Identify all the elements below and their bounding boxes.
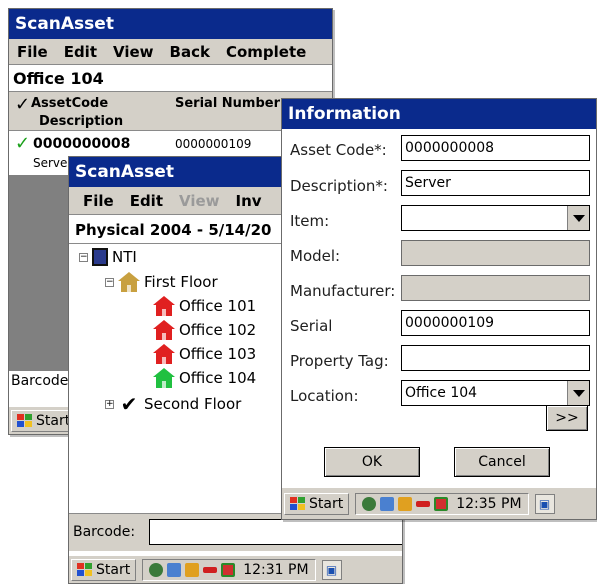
dialog-title: Information (282, 99, 596, 129)
clock[interactable]: 12:31 PM (243, 562, 308, 578)
menu-bar: File Edit View Back Complete (9, 39, 332, 65)
tree-node-office-102[interactable]: Office 102 (153, 320, 256, 340)
description-input[interactable]: Server (401, 170, 590, 196)
menu-edit[interactable]: Edit (122, 192, 171, 210)
row-checkmark-icon: ✓ (15, 133, 31, 154)
header-checkmark-icon: ✓ (15, 94, 31, 115)
tree-node-nti[interactable]: − NTI (79, 248, 137, 266)
location-select[interactable]: Office 104 (401, 380, 590, 406)
label-property-tag: Property Tag: (290, 352, 389, 370)
office-green-icon (153, 368, 175, 388)
windows-flag-icon (77, 562, 93, 577)
office-red-icon (153, 320, 175, 340)
start-button[interactable]: Start (71, 558, 137, 581)
tree-node-second-floor[interactable]: + ✔ Second Floor (105, 392, 241, 416)
menu-view[interactable]: View (105, 43, 162, 61)
tree-node-office-104[interactable]: Office 104 (153, 368, 256, 388)
sync-icon[interactable] (221, 562, 236, 577)
connectivity-icon[interactable] (149, 562, 164, 577)
row-serial: 0000000109 (175, 137, 252, 151)
office-red-icon (153, 296, 175, 316)
tree-label-first-floor: First Floor (144, 273, 218, 291)
chevron-down-icon[interactable] (567, 381, 589, 405)
column-serial-number[interactable]: Serial Number (175, 96, 280, 111)
property-tag-input[interactable] (401, 345, 590, 371)
menu-complete[interactable]: Complete (218, 43, 314, 61)
label-location: Location: (290, 387, 359, 405)
expand-icon[interactable]: + (105, 399, 114, 409)
asset-code-input[interactable]: 0000000008 (401, 135, 590, 161)
battery-icon[interactable] (398, 496, 413, 511)
row-description: Server (33, 156, 73, 170)
physical-inventory-label: Physical 2004 - 5/14/20 (75, 221, 272, 239)
label-model: Model: (290, 247, 341, 265)
signal-icon[interactable] (203, 566, 218, 573)
windows-flag-icon (290, 496, 306, 511)
label-manufacturer: Manufacturer: (290, 282, 396, 300)
location-select-value: Office 104 (405, 385, 478, 401)
taskbar: Start 12:35 PM ▣ (282, 487, 596, 519)
desktop-icon[interactable]: ▣ (321, 559, 342, 580)
model-input (401, 240, 590, 266)
ok-button[interactable]: OK (324, 447, 420, 477)
tree-label-second-floor: Second Floor (144, 395, 242, 413)
chevron-down-icon[interactable] (567, 206, 589, 230)
taskbar: Start 12:31 PM ▣ (69, 555, 402, 583)
information-dialog: Information Asset Code*: 0000000008 Desc… (281, 98, 597, 520)
checkmark-icon: ✔ (120, 392, 138, 416)
barcode-input[interactable] (149, 519, 402, 545)
house-icon (118, 272, 140, 292)
menu-edit[interactable]: Edit (56, 43, 105, 61)
menu-file[interactable]: File (9, 43, 56, 61)
start-button[interactable]: Start (284, 492, 350, 515)
tree-label-office: Office 102 (179, 321, 257, 339)
sync-icon[interactable] (434, 496, 449, 511)
connectivity-icon[interactable] (362, 496, 377, 511)
tree-node-office-103[interactable]: Office 103 (153, 344, 256, 364)
label-serial: Serial (290, 317, 333, 335)
start-label: Start (309, 495, 344, 512)
collapse-icon[interactable]: − (79, 252, 88, 262)
start-button[interactable]: Start (11, 409, 77, 432)
label-asset-code: Asset Code*: (290, 141, 387, 159)
label-item: Item: (290, 212, 330, 230)
manufacturer-input (401, 275, 590, 301)
battery-icon[interactable] (185, 562, 200, 577)
menu-file[interactable]: File (69, 192, 122, 210)
tree-node-first-floor[interactable]: − First Floor (105, 272, 218, 292)
column-description[interactable]: Description (39, 114, 123, 129)
menu-back[interactable]: Back (162, 43, 218, 61)
menu-view: View (179, 191, 220, 210)
network-icon[interactable] (380, 496, 395, 511)
column-assetcode[interactable]: AssetCode (31, 96, 108, 111)
windows-flag-icon (17, 413, 33, 428)
clock[interactable]: 12:35 PM (456, 496, 521, 512)
barcode-label: Barcode (11, 373, 69, 389)
label-description: Description*: (290, 177, 388, 195)
tree-node-office-101[interactable]: Office 101 (153, 296, 256, 316)
building-icon (92, 248, 108, 266)
tree-label-nti: NTI (112, 248, 137, 266)
start-label: Start (96, 561, 131, 578)
more-button[interactable]: >> (546, 405, 588, 431)
collapse-icon[interactable]: − (105, 277, 114, 287)
cancel-button[interactable]: Cancel (454, 447, 550, 477)
location-label: Office 104 (13, 69, 104, 88)
desktop-icon[interactable]: ▣ (534, 493, 555, 514)
network-icon[interactable] (167, 562, 182, 577)
barcode-label: Barcode: (73, 524, 136, 540)
tree-label-office: Office 101 (179, 297, 257, 315)
system-tray: 12:31 PM (142, 558, 316, 581)
item-select[interactable] (401, 205, 590, 231)
serial-input[interactable]: 0000000109 (401, 310, 590, 336)
menu-inventory[interactable]: Inv (228, 192, 270, 210)
tree-label-office: Office 104 (179, 369, 257, 387)
start-label: Start (36, 412, 71, 429)
window-title: ScanAsset (9, 9, 332, 39)
signal-icon[interactable] (416, 500, 431, 507)
tree-label-office: Office 103 (179, 345, 257, 363)
row-assetcode: 0000000008 (33, 136, 131, 152)
system-tray: 12:35 PM (355, 492, 529, 515)
office-red-icon (153, 344, 175, 364)
